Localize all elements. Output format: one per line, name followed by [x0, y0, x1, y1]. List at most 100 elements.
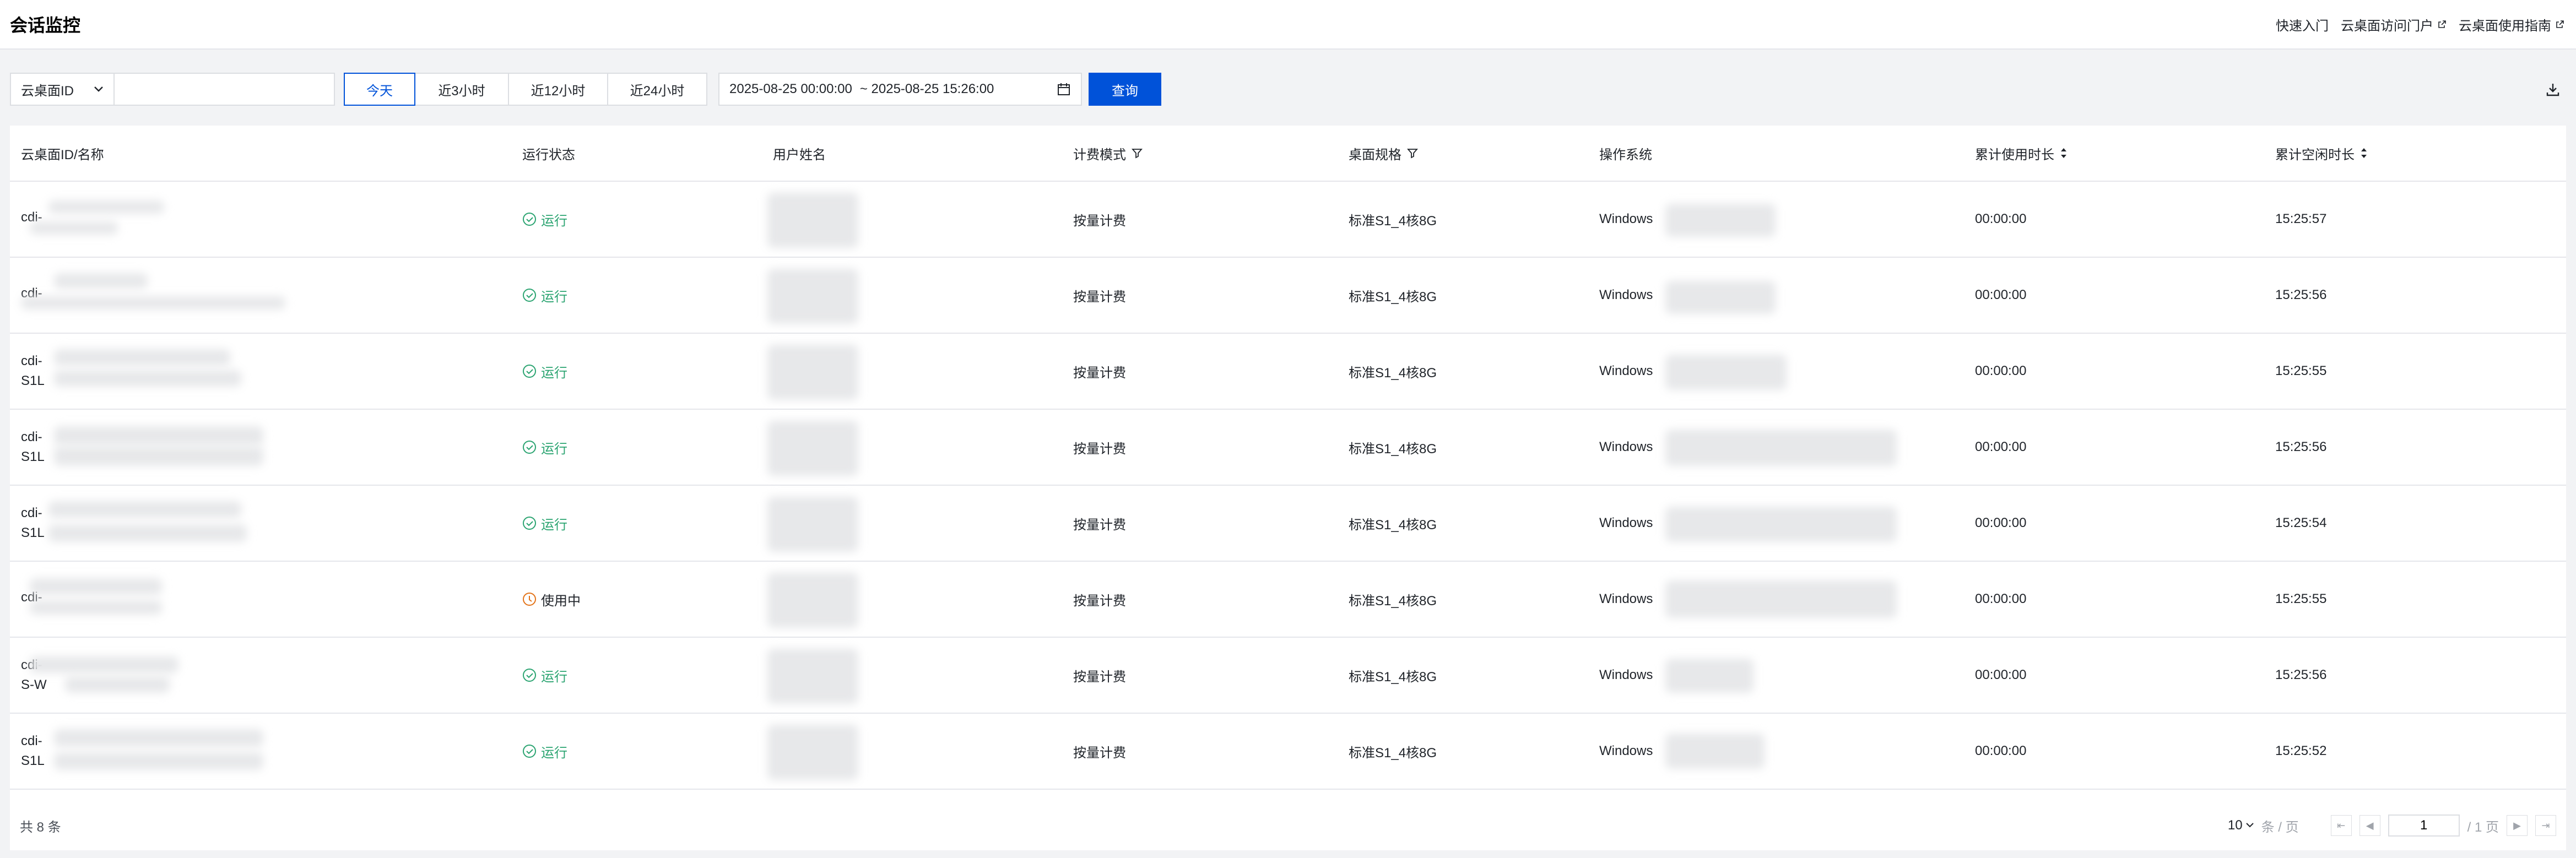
desktop-name: S1L [21, 525, 45, 540]
table-row[interactable]: cdi- 运行 按量计费 标准S1_4核8G Windows 00:00:00 … [10, 182, 2566, 258]
user-guide-link[interactable]: 云桌面使用指南 [2459, 15, 2564, 34]
table-row[interactable]: cdi- S-W 运行 按量计费 标准S1_4核8G Windows 00:00… [10, 638, 2566, 714]
chevron-down-icon [94, 86, 103, 92]
table-row[interactable]: cdi- S1L 运行 按量计费 标准S1_4核8G Windows 00:00… [10, 410, 2566, 486]
table-row[interactable]: cdi- 使用中 按量计费 标准S1_4核8G Windows 00:00:00… [10, 562, 2566, 638]
billing-cell: 按量计费 [1073, 669, 1126, 685]
range-3h-button[interactable]: 近3小时 [415, 73, 509, 106]
desktop-id-cell[interactable]: cdi- S1L [21, 714, 45, 789]
desktop-id-cell[interactable]: cdi- [21, 258, 42, 333]
os-cell: Windows [1599, 439, 1653, 454]
spec-cell: 标准S1_4核8G [1349, 289, 1437, 305]
table-row[interactable]: cdi- S1L 运行 按量计费 标准S1_4核8G Windows 00:00… [10, 714, 2566, 790]
table-header: 云桌面ID/名称 运行状态 用户姓名 计费模式 桌面规格 操作系统 累计使用时长… [10, 126, 2566, 182]
redacted-blur [767, 725, 858, 780]
idle-time-cell: 15:25:55 [2275, 363, 2327, 378]
status-label: 运行 [541, 289, 567, 305]
first-page-button[interactable]: ⇤ [2330, 815, 2352, 836]
page-input[interactable] [2388, 814, 2460, 837]
total-pages: / 1 页 [2467, 819, 2499, 835]
redacted-blur [767, 649, 858, 704]
chevron-down-icon [2245, 823, 2254, 828]
clock-icon [523, 593, 536, 606]
status-cell: 运行 [522, 714, 567, 789]
range-24h-button[interactable]: 近24小时 [608, 73, 707, 106]
table-row[interactable]: cdi- 运行 按量计费 标准S1_4核8G Windows 00:00:00 … [10, 258, 2566, 334]
check-circle-icon [523, 289, 536, 302]
os-cell: Windows [1599, 287, 1653, 302]
sort-icon[interactable] [2060, 147, 2068, 159]
os-cell: Windows [1599, 211, 1653, 226]
external-link-icon [2556, 20, 2564, 28]
used-time-cell: 00:00:00 [1975, 743, 2027, 758]
redacted-blur [54, 273, 148, 289]
spec-cell: 标准S1_4核8G [1349, 669, 1437, 685]
spec-cell: 标准S1_4核8G [1349, 745, 1437, 761]
table-row[interactable]: cdi- S1L 运行 按量计费 标准S1_4核8G Windows 00:00… [10, 486, 2566, 562]
check-circle-icon [523, 745, 536, 758]
col-spec: 桌面规格 [1349, 126, 1418, 181]
spec-cell: 标准S1_4核8G [1349, 213, 1437, 229]
redacted-blur [48, 524, 247, 542]
billing-cell: 按量计费 [1073, 213, 1126, 229]
idle-time-cell: 15:25:56 [2275, 287, 2327, 302]
access-portal-link[interactable]: 云桌面访问门户 [2341, 15, 2447, 34]
last-page-button[interactable]: ⇥ [2535, 815, 2556, 836]
desktop-id[interactable]: cdi- [21, 353, 42, 370]
redacted-blur [1665, 430, 1897, 466]
redacted-blur [30, 656, 178, 673]
prev-page-button[interactable]: ◀ [2359, 815, 2380, 836]
field-select[interactable]: 云桌面ID [10, 73, 115, 106]
query-button[interactable]: 查询 [1089, 73, 1161, 106]
range-today-button[interactable]: 今天 [344, 73, 415, 106]
range-12h-button[interactable]: 近12小时 [509, 73, 608, 106]
desktop-id-cell[interactable]: cdi- [21, 562, 42, 637]
date-range-picker[interactable]: 2025-08-25 00:00:00 ~ 2025-08-25 15:26:0… [718, 73, 1082, 106]
table-row[interactable]: cdi- S1L 运行 按量计费 标准S1_4核8G Windows 00:00… [10, 334, 2566, 410]
page-size-unit: 条 / 页 [2261, 819, 2299, 835]
date-end: ~ 2025-08-25 15:26:00 [859, 82, 994, 96]
desktop-id-cell[interactable]: cdi- S1L [21, 486, 45, 561]
redacted-blur [54, 446, 263, 466]
os-cell: Windows [1599, 667, 1653, 682]
filter-toolbar: 云桌面ID 今天 近3小时 近12小时 近24小时 2025-08-25 00:… [0, 50, 2576, 129]
status-label: 使用中 [541, 593, 581, 609]
desktop-id-cell[interactable]: cdi- [21, 182, 42, 257]
status-cell: 运行 [522, 334, 567, 409]
idle-time-cell: 15:25:54 [2275, 515, 2327, 530]
redacted-blur [48, 501, 241, 518]
status-cell: 运行 [522, 258, 567, 333]
col-status: 运行状态 [522, 147, 575, 162]
desktop-id-cell[interactable]: cdi- S-W [21, 638, 47, 713]
desktop-id[interactable]: cdi- [21, 505, 42, 522]
external-link-icon [2438, 20, 2446, 28]
filter-icon[interactable] [1132, 148, 1143, 159]
date-start: 2025-08-25 00:00:00 [729, 82, 852, 96]
quick-start-link[interactable]: 快速入门 [2276, 15, 2329, 34]
redacted-blur [1665, 281, 1776, 314]
idle-time-cell: 15:25:52 [2275, 743, 2327, 758]
next-page-button[interactable]: ▶ [2507, 815, 2528, 836]
desktop-id-cell[interactable]: cdi- S1L [21, 334, 45, 409]
status-label: 运行 [541, 441, 567, 457]
search-input[interactable] [115, 73, 335, 106]
status-label: 运行 [541, 365, 567, 381]
sort-icon[interactable] [2360, 147, 2368, 159]
redacted-blur [767, 345, 858, 400]
redacted-blur [1665, 204, 1776, 237]
billing-cell: 按量计费 [1073, 593, 1126, 609]
desktop-id[interactable]: cdi- [21, 733, 42, 750]
page-size-select[interactable]: 10 [2228, 818, 2254, 833]
used-time-cell: 00:00:00 [1975, 667, 2027, 682]
desktop-id-cell[interactable]: cdi- S1L [21, 410, 45, 485]
status-label: 运行 [541, 745, 567, 761]
top-bar: 会话监控 快速入门 云桌面访问门户 云桌面使用指南 [0, 0, 2576, 50]
download-icon[interactable] [2545, 82, 2561, 97]
os-cell: Windows [1599, 743, 1653, 758]
filter-icon[interactable] [1407, 148, 1418, 159]
session-table: 云桌面ID/名称 运行状态 用户姓名 计费模式 桌面规格 操作系统 累计使用时长… [10, 126, 2566, 850]
used-time-cell: 00:00:00 [1975, 439, 2027, 454]
redacted-blur [767, 421, 858, 476]
desktop-id[interactable]: cdi- [21, 429, 42, 446]
status-cell: 使用中 [522, 562, 581, 637]
